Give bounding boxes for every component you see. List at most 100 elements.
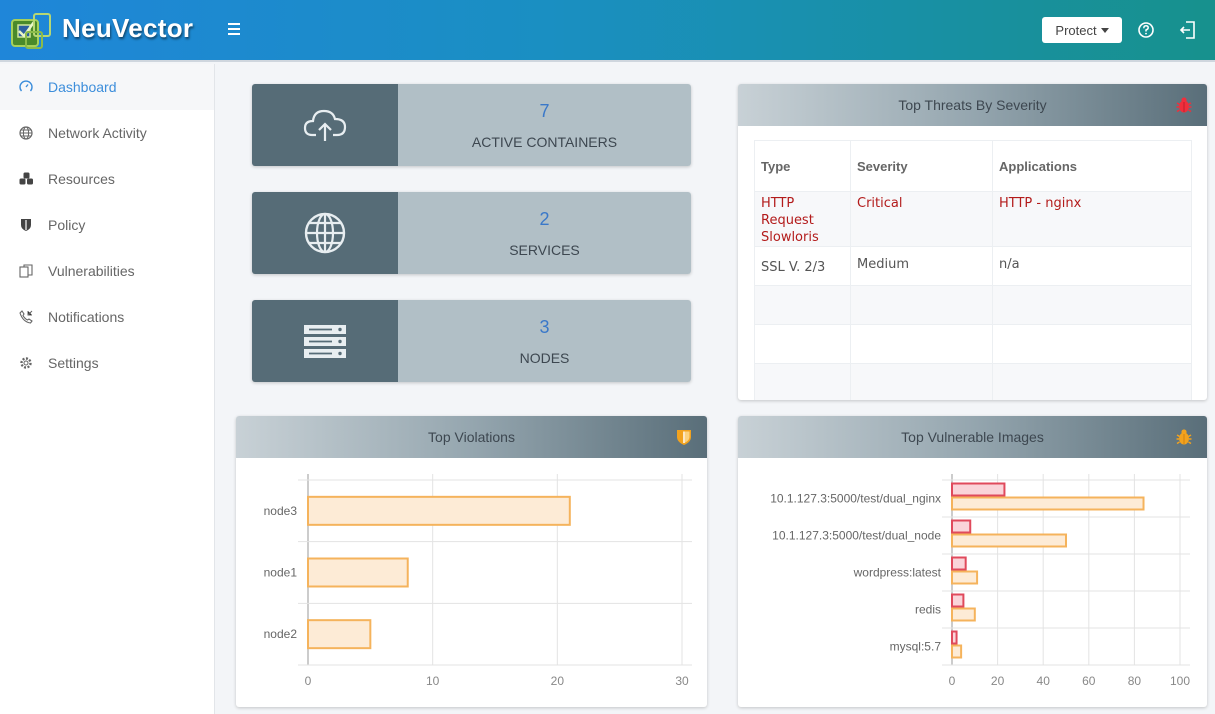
documents-icon bbox=[18, 263, 34, 279]
column-header-type: Type bbox=[754, 140, 851, 192]
bar-high bbox=[951, 519, 972, 534]
violations-chart: 0 10 20 30 node3 node1 node2 bbox=[264, 474, 692, 688]
sidebar-item-resources[interactable]: Resources bbox=[0, 156, 214, 202]
logout-icon[interactable] bbox=[1177, 19, 1199, 41]
bar-medium bbox=[951, 496, 1145, 511]
bug-icon bbox=[1176, 429, 1192, 445]
threat-application bbox=[992, 324, 1192, 364]
top-header: NeuVector Protect bbox=[0, 0, 1215, 62]
x-tick-label: 0 bbox=[949, 674, 956, 688]
threat-application: HTTP - nginx bbox=[992, 191, 1192, 247]
x-tick-label: 20 bbox=[991, 674, 1005, 688]
x-tick-label: 0 bbox=[305, 674, 312, 688]
y-category-label: 10.1.127.3:5000/test/dual_node bbox=[772, 529, 941, 543]
bar bbox=[307, 619, 372, 650]
threat-severity bbox=[850, 324, 993, 364]
bar-medium bbox=[951, 533, 1067, 548]
mode-dropdown-label: Protect bbox=[1055, 22, 1097, 38]
x-tick-label: 80 bbox=[1128, 674, 1142, 688]
x-tick-label: 10 bbox=[426, 674, 440, 688]
sidebar-item-settings[interactable]: Settings bbox=[0, 340, 214, 386]
threat-application: n/a bbox=[992, 246, 1192, 286]
y-category-label: node3 bbox=[264, 504, 298, 518]
bar-medium bbox=[951, 607, 976, 622]
threats-table: Type Severity Applications HTTP Request … bbox=[754, 140, 1192, 400]
stat-card-services[interactable]: 2 SERVICES bbox=[252, 192, 691, 274]
gauge-icon bbox=[18, 79, 34, 95]
column-header-severity: Severity bbox=[850, 140, 993, 192]
x-tick-label: 20 bbox=[551, 674, 565, 688]
threat-severity bbox=[850, 363, 993, 400]
x-tick-label: 100 bbox=[1170, 674, 1190, 688]
threat-type bbox=[754, 285, 851, 325]
bar bbox=[307, 495, 571, 526]
table-row[interactable]: SSL V. 2/3 Medium n/a bbox=[754, 246, 1192, 286]
y-category-label: wordpress:latest bbox=[853, 566, 942, 580]
top-vulnerable-images-panel: Top Vulnerable Images 0 20 40 60 80 100 10.1.1… bbox=[738, 416, 1207, 707]
stat-label: NODES bbox=[519, 349, 570, 366]
shield-icon bbox=[677, 430, 691, 445]
sidebar-item-label: Settings bbox=[48, 355, 99, 371]
column-header-applications: Applications bbox=[992, 140, 1192, 192]
sidebar-item-network-activity[interactable]: Network Activity bbox=[0, 110, 214, 156]
sidebar-item-label: Dashboard bbox=[48, 79, 117, 95]
server-icon bbox=[304, 325, 346, 358]
sidebar-item-dashboard[interactable]: Dashboard bbox=[0, 64, 214, 110]
bar-high bbox=[951, 630, 958, 645]
bar-medium bbox=[951, 644, 963, 659]
stat-value: 2 bbox=[539, 208, 550, 229]
x-tick-label: 60 bbox=[1082, 674, 1096, 688]
y-category-label: redis bbox=[915, 603, 941, 617]
threat-type bbox=[754, 324, 851, 364]
top-threats-panel: Top Threats By Severity Type Severity Ap… bbox=[738, 84, 1207, 400]
gear-icon bbox=[18, 355, 34, 371]
stat-label: SERVICES bbox=[509, 241, 580, 258]
mode-dropdown-button[interactable]: Protect bbox=[1042, 17, 1122, 43]
cubes-icon bbox=[18, 171, 34, 187]
shield-icon bbox=[18, 217, 34, 233]
threat-application bbox=[992, 285, 1192, 325]
panel-title: Top Violations bbox=[428, 429, 515, 445]
y-category-label: 10.1.127.3:5000/test/dual_nginx bbox=[770, 492, 941, 506]
menu-toggle-icon[interactable] bbox=[228, 20, 246, 40]
stat-card-active-containers[interactable]: 7 ACTIVE CONTAINERS bbox=[252, 84, 691, 166]
caret-down-icon bbox=[1100, 27, 1109, 33]
bar-high bbox=[951, 556, 967, 571]
threat-application bbox=[992, 363, 1192, 400]
stat-value: 3 bbox=[539, 316, 550, 337]
cloud-upload-icon bbox=[303, 109, 347, 141]
sidebar-item-label: Vulnerabilities bbox=[48, 263, 135, 279]
y-category-label: node1 bbox=[264, 566, 298, 580]
threat-type: SSL V. 2/3 bbox=[754, 246, 851, 286]
threat-type bbox=[754, 363, 851, 400]
bar bbox=[307, 557, 409, 588]
stat-value: 7 bbox=[539, 100, 550, 121]
panel-title: Top Vulnerable Images bbox=[901, 429, 1044, 445]
panel-title: Top Threats By Severity bbox=[898, 97, 1047, 113]
table-row[interactable]: HTTP Request Slowloris Critical HTTP - n… bbox=[754, 191, 1192, 247]
stat-label: ACTIVE CONTAINERS bbox=[471, 133, 618, 150]
help-icon[interactable] bbox=[1136, 20, 1156, 40]
threat-severity: Critical bbox=[850, 191, 993, 247]
sidebar-item-policy[interactable]: Policy bbox=[0, 202, 214, 248]
sidebar-item-label: Notifications bbox=[48, 309, 125, 325]
table-row bbox=[754, 285, 1192, 325]
bar-medium bbox=[951, 570, 979, 585]
sidebar-item-vulnerabilities[interactable]: Vulnerabilities bbox=[0, 248, 214, 294]
neuvector-logo-icon bbox=[11, 13, 51, 49]
globe-icon bbox=[18, 125, 34, 141]
threat-type: HTTP Request Slowloris bbox=[754, 191, 851, 247]
globe-icon bbox=[304, 212, 346, 254]
x-tick-label: 40 bbox=[1037, 674, 1051, 688]
sidebar-item-label: Policy bbox=[48, 217, 86, 233]
sidebar-item-label: Resources bbox=[48, 171, 115, 187]
stat-card-nodes[interactable]: 3 NODES bbox=[252, 300, 691, 382]
bar-high bbox=[951, 593, 965, 608]
sidebar-item-label: Network Activity bbox=[48, 125, 147, 141]
bug-icon bbox=[1176, 97, 1192, 113]
sidebar-item-notifications[interactable]: Notifications bbox=[0, 294, 214, 340]
sidebar-nav: Dashboard Network Activity Resources Pol… bbox=[0, 64, 215, 714]
bar-high bbox=[951, 482, 1006, 497]
phone-icon bbox=[18, 309, 34, 325]
table-row bbox=[754, 363, 1192, 400]
